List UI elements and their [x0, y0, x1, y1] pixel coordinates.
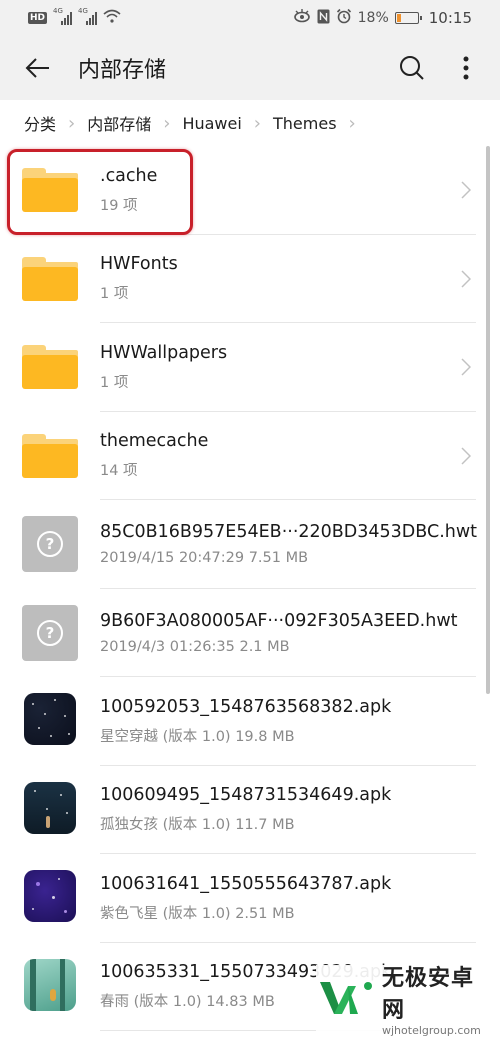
battery-icon: [394, 12, 422, 24]
breadcrumb-item-category[interactable]: 分类: [24, 111, 56, 135]
folder-row-themecache[interactable]: themecache 14 项: [0, 412, 500, 500]
folder-icon: [22, 428, 78, 484]
file-name: 9B60F3A080005AF···092F305A3EED.hwt: [100, 610, 458, 631]
eye-comfort-icon: [293, 9, 311, 27]
hd-icon: HD: [28, 12, 48, 24]
file-row-apk[interactable]: 100631641_1550555643787.apk 紫色飞星 (版本 1.0)…: [0, 854, 500, 943]
watermark: 无极安卓网 wjhotelgroup.com: [316, 965, 496, 1037]
file-row-apk[interactable]: 100609495_1548731534649.apk 孤独女孩 (版本 1.0)…: [0, 766, 500, 854]
wifi-icon: [103, 9, 121, 27]
file-row-hwt[interactable]: ? 85C0B16B957E54EB···220BD3453DBC.hwt 201…: [0, 500, 500, 589]
folder-row-hwwallpapers[interactable]: HWWallpapers 1 项: [0, 323, 500, 412]
chevron-right-icon: ›: [68, 112, 76, 134]
signal-icon: 4G: [53, 7, 73, 25]
battery-fill: [396, 14, 402, 22]
search-button[interactable]: [392, 48, 432, 88]
chevron-right-icon: [456, 270, 476, 288]
clock: 10:15: [428, 9, 472, 27]
chevron-right-icon: ›: [348, 112, 356, 134]
chevron-right-icon: [456, 358, 476, 376]
file-list: .cache 19 项 HWFonts 1 项 HWWallpapers 1 项 th…: [0, 146, 500, 1031]
question-mark-icon: ?: [37, 531, 63, 558]
apk-theme-icon-spring-rain: [22, 958, 78, 1015]
chevron-right-icon: ›: [163, 112, 171, 134]
nfc-icon: [317, 9, 330, 28]
more-options-button[interactable]: [446, 48, 486, 88]
file-meta: 2019/4/15 20:47:29 7.51 MB: [100, 550, 309, 567]
status-bar: HD 4G 4G 18% 10:15: [0, 0, 500, 36]
file-name: 85C0B16B957E54EB···220BD3453DBC.hwt: [100, 522, 478, 543]
file-meta: 19 项: [100, 197, 138, 214]
file-name: HWWallpapers: [100, 342, 228, 363]
file-meta: 星空穿越 (版本 1.0) 19.8 MB: [100, 728, 295, 745]
file-meta: 14 项: [100, 463, 138, 480]
apk-theme-icon-starry: [22, 693, 78, 749]
scrollbar[interactable]: [486, 146, 490, 694]
apk-theme-icon-purple-stars: [22, 870, 78, 926]
chevron-right-icon: ›: [253, 112, 261, 134]
back-button[interactable]: [18, 48, 58, 88]
unknown-file-icon: ?: [22, 604, 78, 661]
signal-icon: 4G: [78, 7, 98, 25]
breadcrumb-item-internal-storage[interactable]: 内部存储: [87, 111, 151, 135]
folder-row-cache[interactable]: .cache 19 项: [0, 146, 500, 235]
search-icon: [400, 56, 424, 80]
app-bar: 内部存储: [0, 36, 500, 100]
folder-row-hwfonts[interactable]: HWFonts 1 项: [0, 235, 500, 323]
file-meta: 2019/4/3 01:26:35 2.1 MB: [100, 638, 290, 655]
file-row-hwt[interactable]: ? 9B60F3A080005AF···092F305A3EED.hwt 2019…: [0, 589, 500, 677]
chevron-right-icon: [456, 447, 476, 465]
file-name: 100592053_1548763568382.apk: [100, 696, 392, 717]
chevron-right-icon: [456, 181, 476, 199]
file-meta: 1 项: [100, 374, 129, 391]
page-title: 内部存储: [78, 58, 167, 83]
watermark-title: 无极安卓网: [382, 965, 475, 1023]
breadcrumb: 分类 › 内部存储 › Huawei › Themes ›: [0, 100, 500, 146]
file-name: .cache: [100, 165, 158, 186]
file-name: themecache: [100, 431, 209, 452]
question-mark-icon: ?: [37, 619, 63, 646]
watermark-logo-icon: [316, 972, 378, 1024]
folder-icon: [22, 339, 78, 395]
file-name: 100631641_1550555643787.apk: [100, 873, 392, 894]
more-vertical-icon: [463, 56, 469, 80]
file-name: HWFonts: [100, 254, 178, 275]
alarm-icon: [336, 8, 352, 28]
arrow-left-icon: [25, 58, 49, 78]
file-meta: 孤独女孩 (版本 1.0) 11.7 MB: [100, 817, 295, 834]
file-row-apk[interactable]: 100592053_1548763568382.apk 星空穿越 (版本 1.0)…: [0, 677, 500, 766]
breadcrumb-item-huawei[interactable]: Huawei: [182, 114, 241, 133]
folder-icon: [22, 251, 78, 307]
watermark-url: wjhotelgroup.com: [382, 1023, 481, 1037]
file-name: 100609495_1548731534649.apk: [100, 785, 392, 806]
status-right: 18% 10:15: [293, 8, 472, 28]
breadcrumb-item-themes[interactable]: Themes: [273, 114, 337, 133]
folder-icon: [22, 162, 78, 218]
status-left: HD 4G 4G: [28, 7, 121, 27]
file-meta: 1 项: [100, 286, 129, 303]
unknown-file-icon: ?: [22, 516, 78, 573]
file-meta: 紫色飞星 (版本 1.0) 2.51 MB: [100, 905, 295, 922]
apk-theme-icon-girl: [22, 781, 78, 838]
battery-percent: 18%: [357, 10, 389, 26]
